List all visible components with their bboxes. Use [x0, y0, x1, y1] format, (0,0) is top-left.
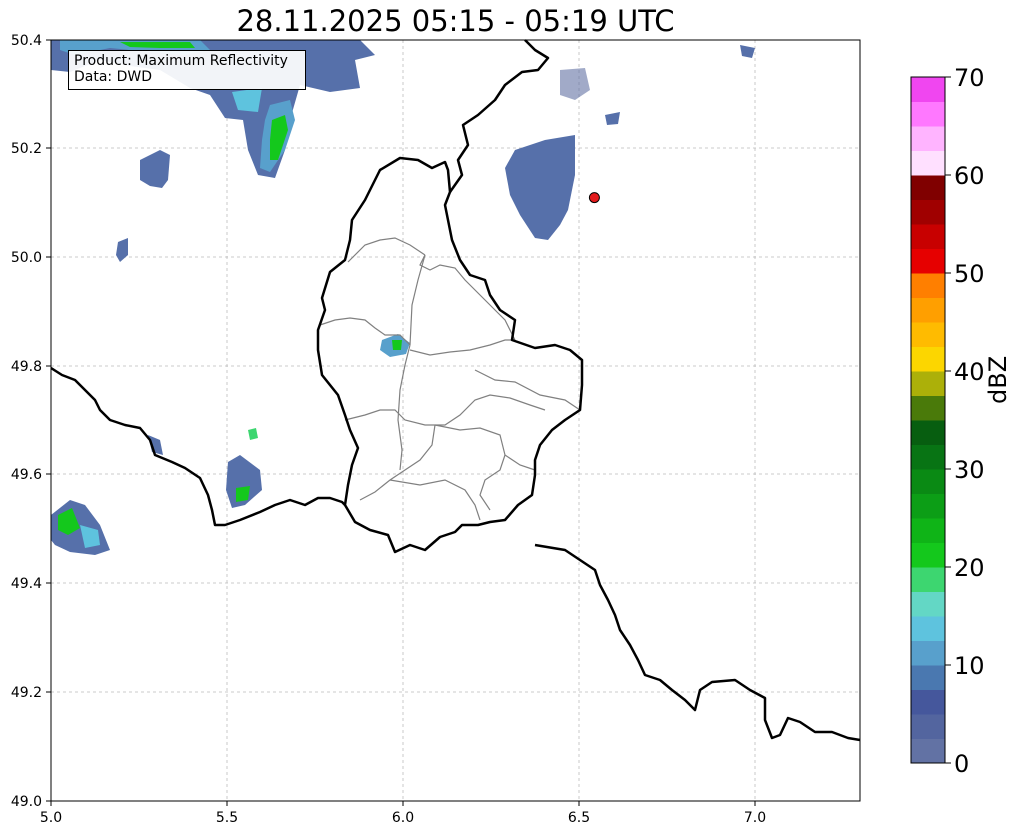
y-tick-label: 50.4: [11, 33, 42, 49]
colorbar-band: [911, 420, 945, 445]
colorbar-band: [911, 101, 945, 127]
colorbar-band: [911, 199, 945, 225]
x-tick-label: 5.5: [216, 810, 238, 826]
colorbar-band: [911, 273, 945, 298]
colorbar-band: [911, 371, 945, 396]
colorbar-band: [911, 738, 945, 764]
colorbar: 0 10 20 30 40 50 60 70: [910, 64, 985, 778]
grid-lines: [51, 40, 860, 801]
colorbar-band: [911, 567, 945, 592]
echo-cell-far-ne: [740, 45, 755, 58]
colorbar-band: [911, 175, 945, 200]
colorbar-band: [911, 346, 945, 372]
x-tick-label: 7.0: [744, 810, 766, 826]
y-tick-label: 49.0: [11, 794, 42, 810]
map-frame: [50, 39, 861, 802]
colorbar-tick-label: 10: [954, 652, 985, 680]
national-borders: [50, 39, 861, 742]
y-axis: [46, 39, 51, 802]
colorbar-ticks: 0 10 20 30 40 50 60 70: [945, 64, 985, 778]
colorbar-band: [911, 518, 945, 543]
colorbar-band: [911, 322, 945, 347]
colorbar-band: [911, 469, 945, 494]
colorbar-tick-label: 60: [954, 162, 985, 190]
colorbar-band: [911, 616, 945, 641]
product-label: Product: Maximum Reflectivity: [74, 53, 288, 69]
x-tick-label: 5.0: [40, 810, 62, 826]
radar-map: 5.0 5.5 6.0 6.5 7.0 49.0 49.2 49.4 49.6 …: [11, 33, 861, 826]
echo-cell-luxembourg: [380, 334, 410, 357]
colorbar-band: [911, 665, 945, 690]
data-source-label: Data: DWD: [74, 69, 152, 85]
border-west: [50, 366, 346, 527]
colorbar-label: dBZ: [984, 355, 1012, 404]
colorbar-band: [911, 77, 945, 102]
y-tick-label: 50.0: [11, 250, 42, 266]
echo-cluster-sw: [51, 500, 110, 555]
echo-cluster-sw-center: [226, 455, 262, 508]
reflectivity-echoes: [51, 40, 755, 555]
colorbar-tick-label: 70: [954, 64, 985, 92]
colorbar-band: [911, 689, 945, 715]
colorbar-tick-label: 50: [954, 260, 985, 288]
radar-site-marker: [588, 192, 600, 204]
echo-cluster-west: [140, 150, 170, 188]
y-tick-label: 49.8: [11, 359, 42, 375]
colorbar-band: [911, 444, 945, 470]
y-tick-label: 49.6: [11, 467, 42, 483]
colorbar-band: [911, 297, 945, 323]
colorbar-band: [911, 248, 945, 274]
colorbar-band: [911, 640, 945, 666]
colorbar-band: [911, 542, 945, 568]
colorbar-bands: [911, 77, 945, 764]
x-axis: [50, 801, 756, 806]
echo-streak-1: [148, 435, 163, 455]
info-box: Product: Maximum Reflectivity Data: DWD: [68, 50, 306, 90]
colorbar-tick-label: 40: [954, 358, 985, 386]
colorbar-band: [911, 126, 945, 151]
colorbar-tick-label: 0: [954, 750, 969, 778]
colorbar-band: [911, 493, 945, 519]
echo-cell-tiny: [248, 428, 258, 440]
x-tick-label: 6.5: [568, 810, 590, 826]
y-tick-label: 50.2: [11, 141, 42, 157]
border-south: [534, 543, 861, 742]
echo-cell-ne-small: [605, 112, 620, 125]
colorbar-tick-label: 20: [954, 554, 985, 582]
y-tick-label: 49.2: [11, 685, 42, 701]
colorbar-band: [911, 150, 945, 176]
y-tick-label: 49.4: [11, 576, 42, 592]
colorbar-band: [911, 395, 945, 421]
echo-cell-small: [116, 238, 128, 262]
canton-borders: [319, 237, 581, 521]
colorbar-tick-label: 30: [954, 456, 985, 484]
x-tick-label: 6.0: [392, 810, 414, 826]
colorbar-band: [911, 591, 945, 617]
colorbar-band: [911, 224, 945, 249]
echo-scatter-north: [560, 68, 590, 100]
echo-cluster-ne: [505, 135, 575, 240]
colorbar-band: [911, 714, 945, 739]
